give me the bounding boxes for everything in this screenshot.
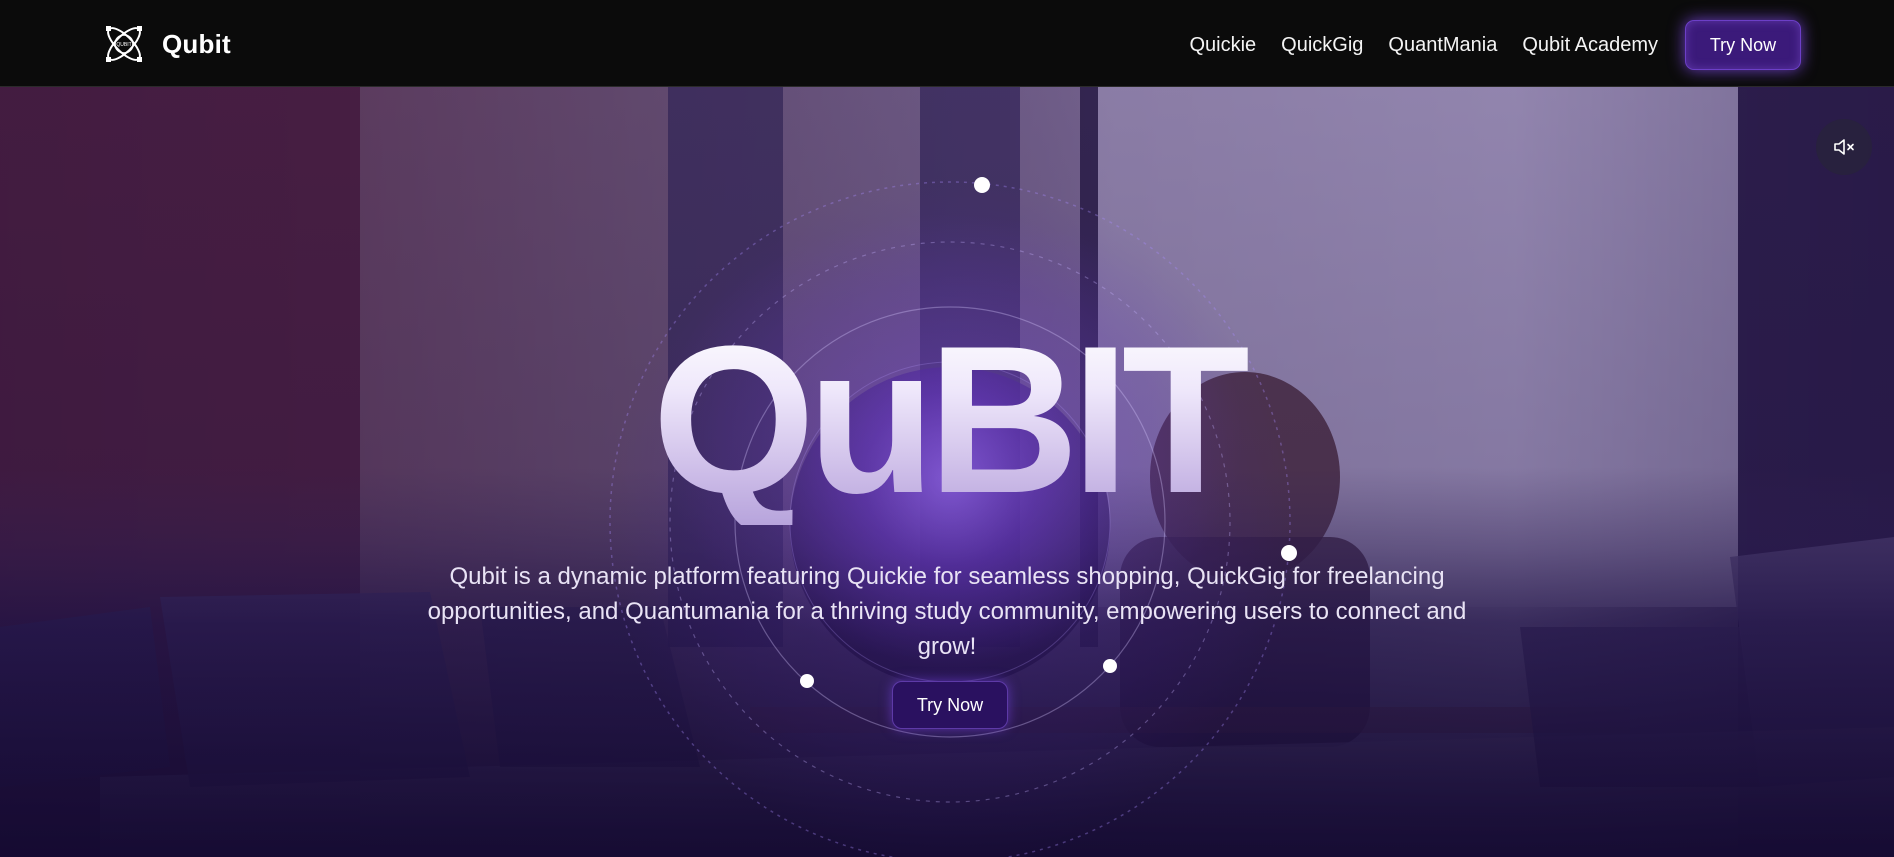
nav-link-qubit-academy[interactable]: Qubit Academy [1522,34,1658,57]
brand-name: Qubit [162,28,231,59]
orbit-particle [800,674,814,688]
top-navbar: QUBIT Qubit Quickie QuickGig QuantMania … [0,0,1894,87]
hero-try-now-button[interactable]: Try Now [892,681,1008,729]
speaker-muted-icon [1834,139,1854,155]
nav-link-quickgig[interactable]: QuickGig [1281,34,1363,57]
nav-link-quantmania[interactable]: QuantMania [1388,34,1497,57]
brand-home-link[interactable]: QUBIT Qubit [100,20,231,68]
nav-try-now-button[interactable]: Try Now [1685,20,1801,70]
svg-text:QUBIT: QUBIT [116,42,131,48]
mute-toggle-button[interactable] [1816,119,1872,175]
hero-section: QuBIT Qubit is a dynamic platform featur… [0,87,1894,857]
hero-title: QuBIT [0,315,1894,525]
qubit-atom-logo-icon: QUBIT [106,26,142,62]
nav-link-quickie[interactable]: Quickie [1189,34,1256,57]
orbit-particle [974,177,990,193]
main-nav: Quickie QuickGig QuantMania Qubit Academ… [1164,20,1801,70]
hero-description: Qubit is a dynamic platform featuring Qu… [427,563,1467,660]
